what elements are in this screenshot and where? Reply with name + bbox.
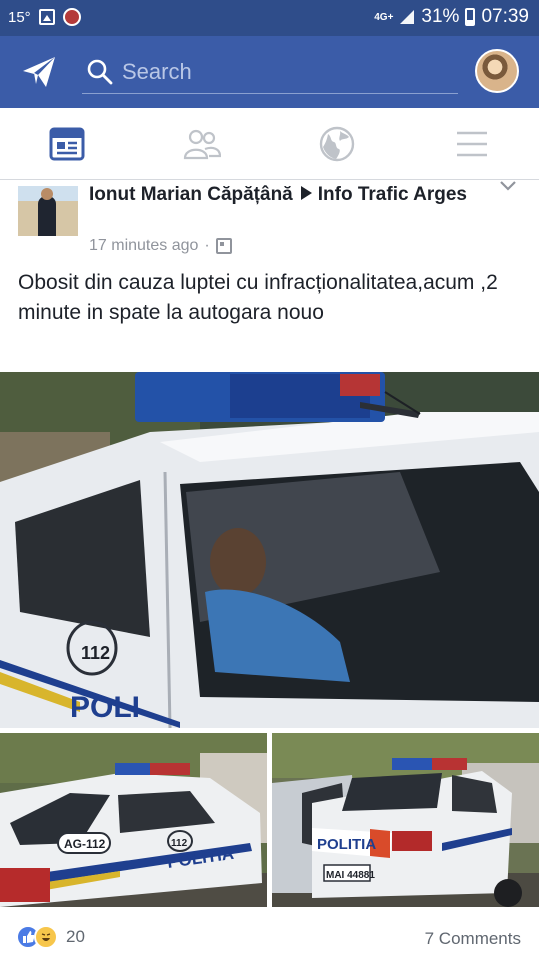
signal-icon: [400, 10, 415, 24]
police-car-rear-photo: POLITIA MAI 44881: [272, 733, 539, 907]
globe-icon: [319, 126, 355, 162]
tab-friends[interactable]: [135, 108, 270, 180]
post-header: Ionut Marian Căpățână Info Trafic Arges 1…: [0, 180, 539, 260]
post-photo-bottom-left[interactable]: AG-112 112 POLITIA: [0, 733, 267, 907]
group-privacy-icon: [215, 238, 232, 254]
left-plate: AG-112: [64, 837, 106, 851]
author-name[interactable]: Ionut Marian Căpățână: [89, 184, 293, 205]
reaction-count: 20: [66, 927, 85, 946]
temperature-text: 15°: [8, 8, 31, 26]
right-rear-text: POLITIA: [317, 836, 376, 853]
friends-icon: [184, 129, 222, 160]
author-avatar[interactable]: [18, 186, 78, 236]
profile-avatar[interactable]: [475, 49, 519, 93]
tab-bar: [0, 108, 539, 180]
haha-reaction-icon: [34, 925, 58, 949]
police-car-front-photo: AG-112 112 POLITIA: [0, 733, 267, 907]
left-door-number: 112: [171, 838, 188, 849]
post-footer: 20 7 Comments: [0, 907, 539, 960]
tab-menu[interactable]: [404, 108, 539, 180]
app-header: [0, 36, 539, 108]
tab-notifications[interactable]: [270, 108, 405, 180]
main-door-number: 112: [81, 643, 110, 663]
news-feed-icon: [49, 127, 85, 161]
police-car-driver-photo: 112 POLI: [0, 372, 539, 728]
comments-count-link[interactable]: 7 Comments: [425, 929, 521, 949]
post-timestamp[interactable]: 17 minutes ago: [89, 237, 198, 255]
menu-icon: [456, 131, 487, 157]
shared-to-arrow-icon: [300, 186, 312, 200]
group-name[interactable]: Info Trafic Arges: [318, 184, 467, 205]
app-notification-icon: [62, 8, 81, 26]
post-author-line: Ionut Marian Căpățână Info Trafic Arges: [89, 182, 489, 208]
right-plate: MAI 44881: [326, 870, 375, 881]
meta-separator: ·: [204, 237, 210, 254]
post-text: Obosit din cauza luptei cu infracționali…: [18, 271, 498, 324]
search-icon: [87, 59, 113, 84]
network-type-icon: 4G+: [374, 11, 394, 23]
reactions-summary[interactable]: 20: [16, 925, 85, 949]
post-photo-bottom-right[interactable]: POLITIA MAI 44881: [272, 733, 539, 907]
post-photo-main[interactable]: 112 POLI: [0, 372, 539, 728]
battery-icon: [465, 8, 476, 26]
post-options-chevron-icon[interactable]: [499, 180, 517, 192]
clock: 07:39: [481, 6, 529, 27]
search-bar[interactable]: [82, 50, 458, 94]
search-input[interactable]: [122, 58, 442, 85]
gallery-notification-icon: [38, 9, 55, 25]
status-bar: 15° 4G+ 31% 07:39: [0, 0, 539, 36]
main-side-text: POLI: [70, 691, 140, 724]
messenger-send-icon[interactable]: [20, 54, 58, 90]
tab-news-feed[interactable]: [0, 108, 135, 180]
post-meta: 17 minutes ago ·: [89, 237, 232, 255]
battery-percent: 31%: [421, 6, 460, 27]
